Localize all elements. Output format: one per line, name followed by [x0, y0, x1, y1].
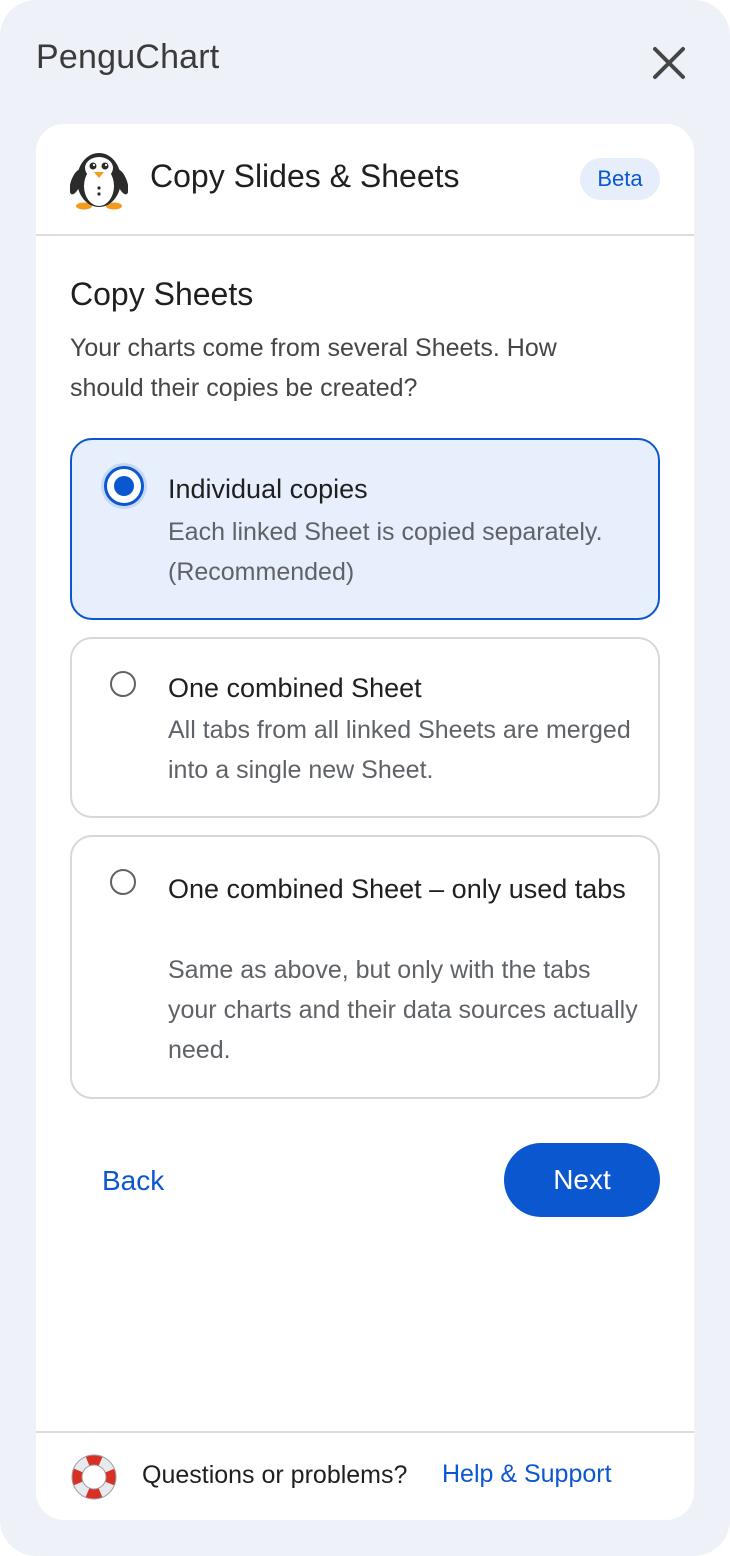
- card-title: Copy Slides & Sheets: [150, 158, 460, 194]
- lifebuoy-icon: [70, 1453, 118, 1501]
- close-icon: [653, 47, 685, 79]
- radio-button-selected[interactable]: [104, 466, 144, 506]
- option-description: All tabs from all linked Sheets are merg…: [168, 716, 631, 784]
- footer: Questions or problems? Help & Support: [36, 1431, 694, 1520]
- option-label: One combined Sheet: [168, 673, 422, 703]
- option-description: Same as above, but only with the tabs yo…: [168, 956, 638, 1064]
- app-title: PenguChart: [36, 38, 220, 76]
- back-button[interactable]: Back: [88, 1144, 198, 1218]
- next-button[interactable]: Next: [504, 1143, 660, 1217]
- radio-button[interactable]: [110, 671, 136, 697]
- option-individual-copies[interactable]: Individual copies Each linked Sheet is c…: [70, 438, 660, 620]
- option-one-combined-sheet[interactable]: One combined Sheet All tabs from all lin…: [70, 637, 660, 818]
- option-label: Individual copies: [168, 474, 368, 504]
- beta-badge: Beta: [580, 158, 660, 200]
- main-card: Copy Slides & Sheets Beta Copy Sheets Yo…: [36, 124, 694, 1520]
- option-label: One combined Sheet – only used tabs: [168, 874, 626, 904]
- addon-panel: PenguChart Copy Slides & Sheets Beta Cop…: [0, 0, 730, 1556]
- penguin-logo: [69, 146, 129, 210]
- help-support-link[interactable]: Help & Support: [442, 1460, 612, 1489]
- section-title: Copy Sheets: [70, 276, 254, 312]
- card-header: Copy Slides & Sheets Beta: [36, 124, 694, 236]
- option-combined-used-tabs[interactable]: One combined Sheet – only used tabs Same…: [70, 835, 660, 1099]
- option-description: Each linked Sheet is copied separately. …: [168, 518, 603, 586]
- footer-text: Questions or problems?: [142, 1461, 408, 1489]
- radio-button[interactable]: [110, 869, 136, 895]
- section-description: Your charts come from several Sheets. Ho…: [70, 334, 557, 402]
- close-button[interactable]: [646, 40, 692, 86]
